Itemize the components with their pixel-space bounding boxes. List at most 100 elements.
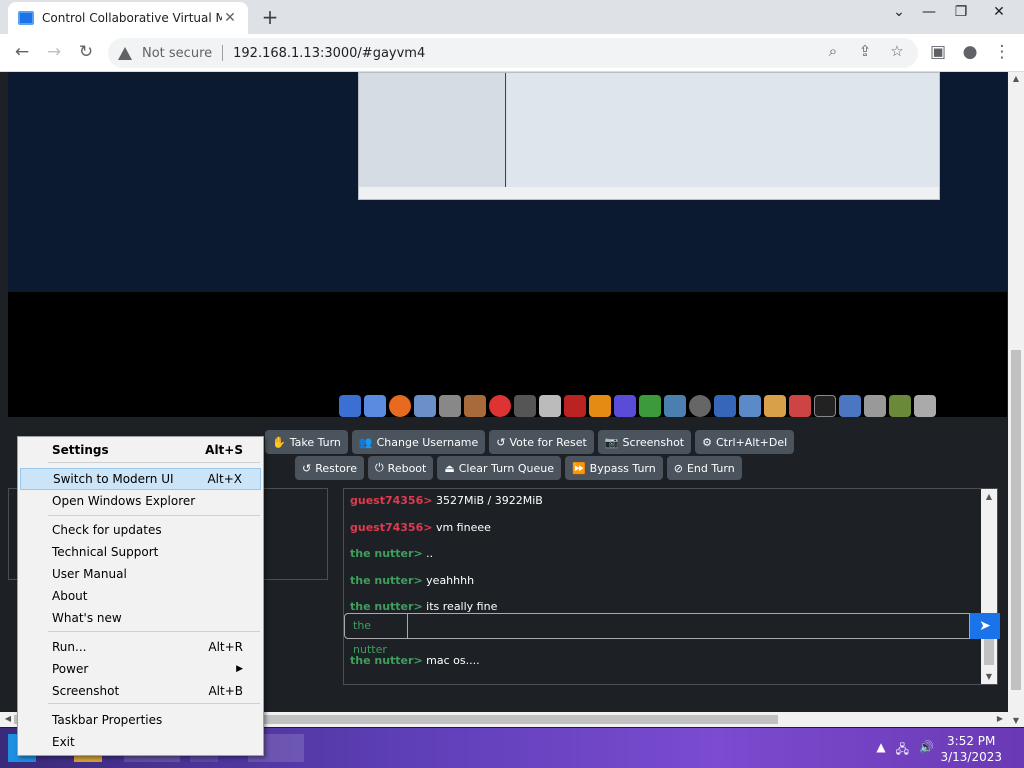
close-tab-icon[interactable]: ✕ — [222, 10, 238, 26]
browser-tabbar: Control Collaborative Virtual Ma ✕ + ⌄ —… — [0, 0, 1024, 34]
terminal-icon[interactable] — [814, 395, 836, 417]
app-icon[interactable] — [614, 395, 636, 417]
menu-item-open-windows-explorer[interactable]: Open Windows Explorer — [20, 490, 261, 512]
firefox-icon[interactable] — [389, 395, 411, 417]
chat-scrollbar[interactable]: ▲ ▼ — [981, 489, 997, 684]
app-icon[interactable] — [764, 395, 786, 417]
menu-item-power[interactable]: Power ▶ — [20, 658, 261, 680]
change-username-button[interactable]: 👥 Change Username — [351, 430, 486, 454]
menu-item-switch-to-modern-ui[interactable]: Switch to Modern UI Alt+X — [20, 468, 261, 490]
menu-kebab-icon[interactable]: ⋮ — [990, 41, 1014, 65]
zoom-icon[interactable]: ⌕ — [824, 42, 842, 60]
forward-arrow-icon[interactable]: → — [42, 41, 66, 65]
app-icon[interactable] — [589, 395, 611, 417]
app-icon[interactable] — [839, 395, 861, 417]
browser-toolbar: ← → ↻ Not secure 192.168.1.13:3000/#gayv… — [0, 34, 1024, 72]
profile-avatar-icon[interactable]: ● — [958, 41, 982, 65]
menu-item-check-for-updates[interactable]: Check for updates — [20, 519, 261, 541]
bookmark-star-icon[interactable]: ☆ — [888, 42, 906, 60]
share-icon[interactable]: ⇪ — [856, 42, 874, 60]
menu-item-taskbar-properties[interactable]: Taskbar Properties — [20, 709, 261, 731]
app-icon[interactable] — [889, 395, 911, 417]
chat-text: its really fine — [422, 600, 498, 614]
app-icon[interactable] — [664, 395, 686, 417]
url-text[interactable]: 192.168.1.13:3000/#gayvm4 — [233, 46, 425, 61]
vm-display[interactable] — [8, 72, 1007, 417]
app-icon[interactable] — [689, 395, 711, 417]
app-icon[interactable] — [414, 395, 436, 417]
menu-item-screenshot[interactable]: Screenshot Alt+B — [20, 680, 261, 702]
chat-text: 3527MiB / 3922MiB — [432, 494, 543, 507]
menu-item-run[interactable]: Run... Alt+R — [20, 636, 261, 658]
chat-text: mac os.... — [422, 653, 480, 667]
chevron-up-icon[interactable]: ▲ — [876, 740, 885, 761]
menu-separator — [48, 515, 260, 516]
volume-icon[interactable]: 🔊 — [919, 740, 934, 761]
button-label: Screenshot — [622, 435, 685, 449]
app-icon[interactable] — [564, 395, 586, 417]
chat-input[interactable] — [408, 613, 970, 639]
app-icon[interactable] — [789, 395, 811, 417]
browser-tab[interactable]: Control Collaborative Virtual Ma ✕ — [8, 2, 248, 34]
side-panel-icon[interactable]: ▣ — [926, 41, 950, 65]
ctrl-alt-del-button[interactable]: ⚙ Ctrl+Alt+Del — [695, 430, 795, 454]
camera-icon: 📷 — [604, 435, 619, 449]
app-icon[interactable] — [714, 395, 736, 417]
minimize-icon[interactable]: — — [914, 4, 944, 20]
clear-turn-queue-button[interactable]: ⏏ Clear Turn Queue — [437, 456, 561, 480]
screenshot-button[interactable]: 📷 Screenshot — [597, 430, 692, 454]
network-icon[interactable]: 🖧 — [896, 740, 909, 761]
app-icon[interactable] — [639, 395, 661, 417]
send-button[interactable]: ➤ — [970, 613, 1000, 639]
restore-button[interactable]: ↺ Restore — [295, 456, 364, 480]
bypass-turn-button[interactable]: ⏩ Bypass Turn — [564, 456, 663, 480]
menu-item-settings[interactable]: Settings Alt+S — [20, 439, 261, 461]
vm-window[interactable] — [358, 72, 940, 200]
restore-icon: ↺ — [302, 461, 312, 475]
button-label: Clear Turn Queue — [458, 461, 554, 475]
take-turn-button[interactable]: ✋ Take Turn — [265, 430, 348, 454]
app-icon[interactable] — [364, 395, 386, 417]
button-label: Restore — [315, 461, 357, 475]
app-icon[interactable] — [439, 395, 461, 417]
finder-icon[interactable] — [339, 395, 361, 417]
close-window-icon[interactable]: ✕ — [984, 4, 1014, 20]
chat-text: .. — [422, 547, 434, 561]
chat-message: the nutter> .. — [350, 547, 433, 560]
button-label: Reboot — [387, 461, 427, 475]
trash-icon[interactable] — [914, 395, 936, 417]
reload-icon[interactable]: ↻ — [74, 41, 98, 65]
users-icon: 👥 — [358, 435, 373, 449]
app-icon[interactable] — [514, 395, 536, 417]
app-icon[interactable] — [464, 395, 486, 417]
app-icon[interactable] — [864, 395, 886, 417]
scroll-left-icon[interactable]: ◀ — [1, 714, 15, 723]
tab-search-icon[interactable]: ⌄ — [884, 4, 914, 20]
new-tab-button[interactable]: + — [258, 6, 282, 30]
clock[interactable]: 3:52 PM 3/13/2023 — [940, 733, 1002, 765]
menu-item-technical-support[interactable]: Technical Support — [20, 541, 261, 563]
vm-buttons-row1: ✋ Take Turn 👥 Change Username ↺ Vote for Rese… — [265, 430, 795, 454]
menu-item-user-manual[interactable]: User Manual — [20, 563, 261, 585]
restore-window-icon[interactable]: ❐ — [946, 4, 976, 20]
back-arrow-icon[interactable]: ← — [10, 41, 34, 65]
scroll-down-icon[interactable]: ▼ — [1009, 716, 1023, 725]
address-bar[interactable]: Not secure 192.168.1.13:3000/#gayvm4 ⌕ ⇪… — [108, 38, 918, 68]
scroll-down-icon[interactable]: ▼ — [981, 672, 997, 681]
menu-item-about[interactable]: About — [20, 585, 261, 607]
app-icon[interactable] — [739, 395, 761, 417]
scroll-right-icon[interactable]: ▶ — [993, 714, 1007, 723]
scroll-up-icon[interactable]: ▲ — [1009, 74, 1023, 83]
menu-item-exit[interactable]: Exit — [20, 731, 261, 753]
vm-dock — [333, 385, 968, 417]
chat-text: vm fineee — [432, 520, 491, 534]
vote-for-reset-button[interactable]: ↺ Vote for Reset — [489, 430, 594, 454]
page-vertical-scrollbar[interactable]: ▲ ▼ — [1008, 72, 1024, 727]
security-label[interactable]: Not secure — [142, 46, 212, 61]
end-turn-button[interactable]: ⊘ End Turn — [666, 456, 742, 480]
scroll-up-icon[interactable]: ▲ — [981, 492, 997, 501]
app-icon[interactable] — [539, 395, 561, 417]
menu-item-what-s-new[interactable]: What's new — [20, 607, 261, 629]
app-icon[interactable] — [489, 395, 511, 417]
reboot-button[interactable]: ⏻ Reboot — [367, 456, 434, 480]
